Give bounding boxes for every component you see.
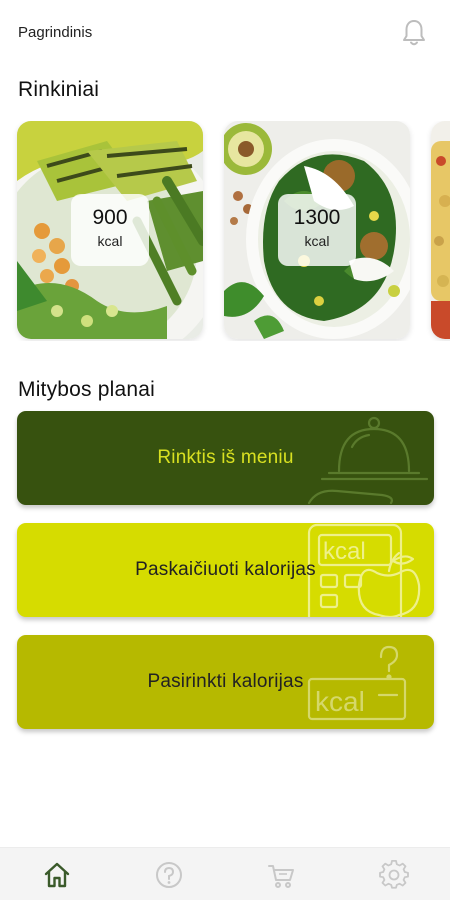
bottom-navigation: [0, 847, 450, 900]
sets-carousel[interactable]: 900 kcal 1300 kcal: [0, 121, 450, 341]
bell-icon[interactable]: [400, 18, 428, 48]
calorie-value: 1300: [293, 206, 341, 229]
cart-icon[interactable]: [266, 860, 296, 890]
app-header: Pagrindinis: [0, 0, 450, 66]
calorie-badge: 1300 kcal: [278, 194, 356, 266]
home-icon[interactable]: [42, 860, 72, 890]
set-card-partial[interactable]: [431, 121, 450, 339]
choose-from-menu-button[interactable]: Rinktis iš meniu: [17, 411, 434, 505]
calculate-calories-button[interactable]: kcal Paskaičiuoti kalorijas: [17, 523, 434, 617]
calculate-calories-label: Paskaičiuoti kalorijas: [135, 559, 316, 580]
plans-section-title: Mitybos planai: [18, 378, 156, 401]
calorie-value: 900: [92, 206, 128, 229]
set-card-1300[interactable]: 1300 kcal: [224, 121, 410, 339]
set-card-900[interactable]: 900 kcal: [17, 121, 203, 339]
gear-icon[interactable]: [379, 860, 409, 890]
choose-from-menu-label: Rinktis iš meniu: [157, 447, 294, 468]
choose-calories-label: Pasirinkti kalorijas: [147, 671, 304, 692]
calorie-unit: kcal: [97, 233, 123, 249]
food-image: [431, 121, 450, 339]
calorie-unit: kcal: [304, 233, 330, 249]
question-icon[interactable]: [154, 860, 184, 890]
page-title: Pagrindinis: [18, 24, 93, 41]
sets-section-title: Rinkiniai: [18, 78, 100, 101]
choose-calories-button[interactable]: kcal Pasirinkti kalorijas: [17, 635, 434, 729]
calorie-badge: 900 kcal: [71, 194, 149, 266]
